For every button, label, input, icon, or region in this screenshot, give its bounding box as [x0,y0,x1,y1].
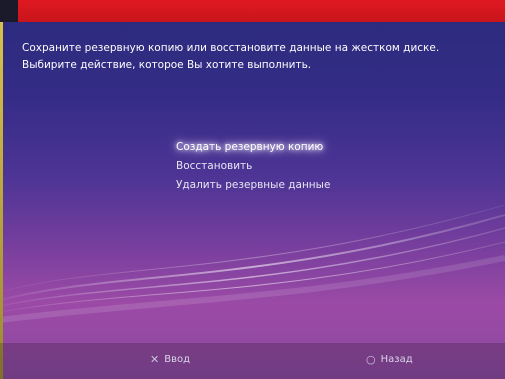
menu-item-restore[interactable]: Восстановить [176,157,330,176]
menu-item-delete-backup[interactable]: Удалить резервные данные [176,176,330,195]
back-label: Назад [380,354,413,365]
footer-bar [0,343,505,379]
action-menu: Создать резервную копию Восстановить Уда… [176,138,330,195]
cross-icon: ✕ [150,353,160,366]
header-corner [0,0,18,22]
instruction-line-1: Сохраните резервную копию или восстанови… [22,42,440,54]
back-button[interactable]: ○ Назад [366,353,413,366]
menu-item-create-backup[interactable]: Создать резервную копию [176,138,330,157]
header-accent-bar [18,0,505,22]
instruction-line-2: Выбирите действие, которое Вы хотите вып… [22,59,312,71]
left-edge-strip [0,22,3,379]
enter-label: Ввод [164,354,191,365]
circle-icon: ○ [366,353,376,366]
enter-button[interactable]: ✕ Ввод [150,353,190,366]
instruction-message: Сохраните резервную копию или восстанови… [22,40,492,74]
